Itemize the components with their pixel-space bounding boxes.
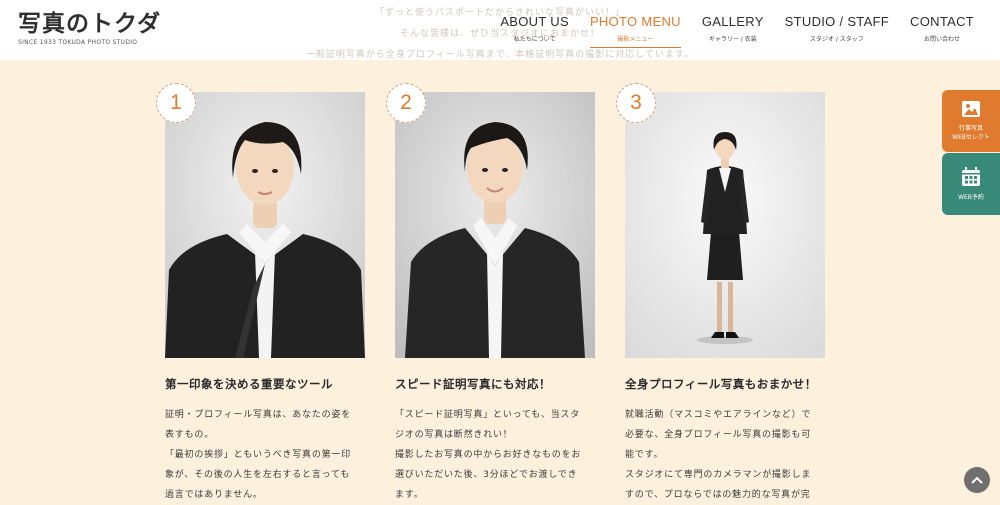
main-nav: ABOUT US 私たちについて PHOTO MENU 撮影メニュー GALLE… — [500, 14, 974, 48]
nav-sublabel: 撮影メニュー — [617, 36, 654, 43]
full-body-photo-3 — [625, 92, 825, 358]
nav-about-us[interactable]: ABOUT US 私たちについて — [500, 14, 569, 48]
card-description: 証明・プロフィール写真は、あなたの姿を 表すもの。 「最初の挨拶」ともいうべき写… — [165, 405, 365, 505]
nav-label: PHOTO MENU — [589, 14, 681, 29]
nav-studio-staff[interactable]: STUDIO / STAFF スタジオ / スタッフ — [785, 14, 889, 48]
card-text-line: 選びいただいた後、3分ほどでお渡しでき — [395, 470, 578, 480]
card-text-line: ます。 — [395, 490, 424, 500]
logo-title: 写真のトクダ — [18, 11, 162, 37]
card-text-line: 「最初の挨拶」ともいうべき写真の第一印 — [165, 450, 352, 460]
nav-sublabel: スタジオ / スタッフ — [809, 36, 864, 43]
card-text-line: 就職活動（マスコミやエアラインなど）で — [625, 410, 812, 420]
card-title: 全身プロフィール写真もおまかせ！ — [625, 377, 817, 391]
calendar-icon — [962, 166, 980, 186]
nav-gallery[interactable]: GALLERY ギャラリー / 衣装 — [702, 14, 764, 48]
card-number-badge: 1 — [156, 83, 196, 123]
nav-label: STUDIO / STAFF — [784, 14, 890, 29]
scroll-to-top-button[interactable] — [964, 467, 990, 493]
card-text-line: 必要な、全身プロフィール写真の撮影も可 — [625, 430, 812, 440]
chevron-up-icon — [971, 476, 983, 484]
card-text-line: 「スピード証明写真」といっても、当スタ — [395, 410, 581, 420]
card-text-line: 撮影したお写真の中からお好きなものをお — [395, 450, 582, 460]
side-button-label: WEBセレクト — [952, 134, 990, 141]
card-text-line: 表すもの。 — [165, 430, 215, 440]
card-title: スピード証明写真にも対応！ — [395, 377, 551, 391]
nav-sublabel: お問い合わせ — [924, 36, 961, 43]
feature-card-3: 3 全身プロフィール写真もおまかせ！ 就職活動（マスコミやエアラインなど）で 必… — [616, 83, 825, 505]
card-text-line: すので、プロならではの魅力的な写真が完 — [625, 490, 811, 500]
card-text-line: 象が、その後の人生を左右すると言っても — [165, 470, 351, 480]
portrait-photo-2 — [395, 92, 595, 358]
site-header: 「ずっと使うパスポートだからきれいな写真がいい！」 そんな皆様は、ぜひ当スタジオ… — [0, 0, 1000, 60]
card-title: 第一印象を決める重要なツール — [165, 377, 333, 391]
logo-subtitle: SINCE 1933 TOKUDA PHOTO STUDIO — [18, 39, 138, 46]
card-text-line: 過言ではありません。 — [165, 490, 263, 500]
card-text-line: 能です。 — [625, 450, 664, 460]
side-button-label: WEB予約 — [958, 193, 984, 201]
side-button-label: 行事写真 — [958, 125, 983, 132]
nav-photo-menu[interactable]: PHOTO MENU 撮影メニュー — [589, 14, 681, 48]
nav-sublabel: ギャラリー / 衣装 — [708, 36, 757, 43]
event-photo-web-select-button[interactable]: 行事写真 WEBセレクト — [942, 90, 1000, 152]
card-description: 就職活動（マスコミやエアラインなど）で 必要な、全身プロフィール写真の撮影も可 … — [625, 405, 825, 505]
site-logo[interactable]: 写真のトクダ SINCE 1933 TOKUDA PHOTO STUDIO — [18, 10, 161, 46]
card-number-badge: 3 — [616, 83, 656, 123]
card-text-line: スタジオにて専門のカメラマンが撮影しま — [625, 470, 812, 480]
nav-contact[interactable]: CONTACT お問い合わせ — [910, 14, 974, 48]
card-description: 「スピード証明写真」といっても、当スタ ジオの写真は断然きれい！ 撮影したお写真… — [395, 405, 595, 505]
web-reservation-button[interactable]: WEB予約 — [942, 153, 1000, 215]
nav-label: CONTACT — [910, 14, 974, 29]
card-number-badge: 2 — [386, 83, 426, 123]
card-text-line: ジオの写真は断然きれい！ — [395, 430, 513, 440]
card-text-line: 証明・プロフィール写真は、あなたの姿を — [165, 410, 352, 420]
nav-label: ABOUT US — [500, 14, 569, 29]
header-bg-text-3: 一般証明写真から全身プロフィール写真まで、本格証明写真の撮影に対応しています。 — [305, 50, 695, 60]
feature-card-2: 2 スピード証明写真にも対応！ 「スピード証明写真」といっても、当スタ ジオの写… — [386, 83, 595, 505]
feature-card-1: 1 第一印象を決める重要なツール 証明・プロフィール写真は、あなたの姿を 表すも… — [156, 83, 365, 505]
nav-label: GALLERY — [701, 14, 764, 29]
photo-icon — [962, 101, 980, 117]
portrait-photo-1 — [165, 92, 365, 358]
nav-sublabel: 私たちについて — [513, 36, 556, 43]
